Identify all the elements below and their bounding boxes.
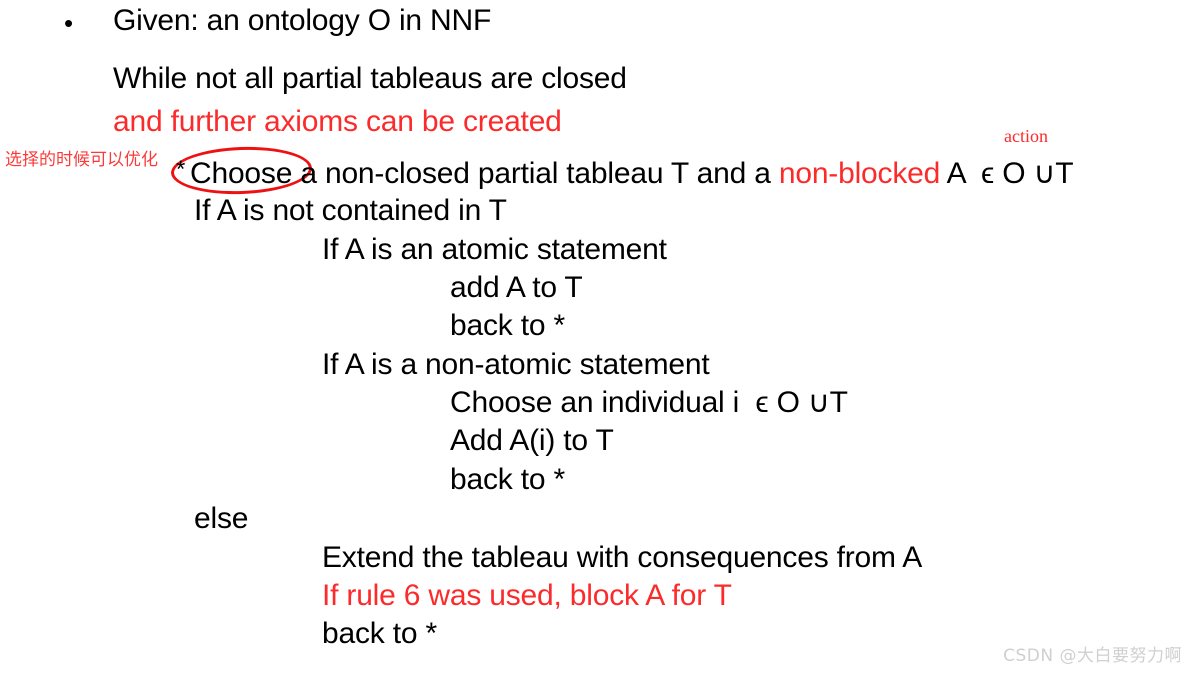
line-extend: Extend the tableau with consequences fro… [322,541,923,574]
choose-text-suffix: A ϵ O ∪T [940,157,1074,190]
line-back-to-star-3: back to * [322,617,437,650]
line-back-to-star-1: back to * [450,309,565,342]
line-add-a-to-t: add A to T [450,271,583,304]
star-marker: * [176,156,186,183]
line-else: else [194,502,249,535]
line-given: Given: an ontology O in NNF [113,4,492,37]
line-if-not-contained: If A is not contained in T [194,194,507,227]
choose-text-prefix: Choose a non-closed partial tableau T an… [190,157,779,190]
line-if-atomic: If A is an atomic statement [322,233,667,266]
chinese-annotation: 选择的时候可以优化 [5,150,158,170]
line-and-further: and further axioms can be created [113,105,562,138]
csdn-watermark: CSDN @大白要努力啊 [1003,646,1182,666]
bullet-glyph: • [64,8,74,38]
line-choose-tableau: Choose a non-closed partial tableau T an… [190,157,1074,191]
action-annotation-label: action [1004,126,1048,146]
choose-text-nonblocked: non-blocked [778,157,941,190]
line-add-ai-to-t: Add A(i) to T [450,424,614,457]
line-if-non-atomic: If A is a non-atomic statement [322,348,710,381]
line-while: While not all partial tableaus are close… [113,62,627,95]
line-back-to-star-2: back to * [450,463,565,496]
slide-canvas: • Given: an ontology O in NNF While not … [0,0,1196,678]
line-choose-individual: Choose an individual i ϵ O ∪T [450,386,848,419]
line-if-rule-6: If rule 6 was used, block A for T [322,579,732,612]
